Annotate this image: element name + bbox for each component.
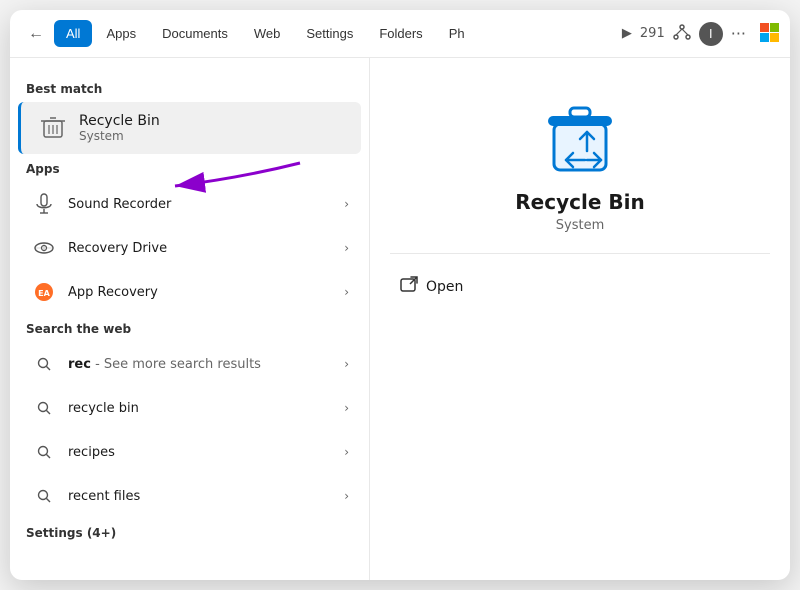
- tab-web[interactable]: Web: [242, 20, 293, 47]
- app-item-recovery-drive[interactable]: Recovery Drive ›: [14, 226, 365, 270]
- search-rec-title: rec - See more search results: [68, 357, 261, 372]
- search-icon-recent: [30, 482, 58, 510]
- sound-recorder-title: Sound Recorder: [68, 197, 171, 212]
- play-icon: ▶: [622, 26, 632, 41]
- sound-recorder-text: Sound Recorder: [68, 197, 171, 212]
- tab-all[interactable]: All: [54, 20, 92, 47]
- app-item-app-recovery[interactable]: EA App Recovery ›: [14, 270, 365, 314]
- search-recent-title: recent files: [68, 489, 140, 504]
- search-recipes-text: recipes: [68, 445, 115, 460]
- left-panel: Best match Recycl: [10, 58, 370, 554]
- user-icon: I: [699, 22, 723, 46]
- chevron-icon-rec: ›: [344, 357, 349, 371]
- open-icon: [400, 276, 418, 298]
- settings-label: Settings (4+): [10, 518, 369, 546]
- nav-bar: ← All Apps Documents Web Settings Folder…: [10, 10, 790, 58]
- best-match-title: Recycle Bin: [79, 113, 160, 129]
- recovery-drive-text: Recovery Drive: [68, 241, 167, 256]
- windows-logo-icon: [758, 21, 780, 47]
- tab-documents[interactable]: Documents: [150, 20, 240, 47]
- open-action[interactable]: Open: [390, 270, 473, 304]
- tab-apps[interactable]: Apps: [94, 20, 148, 47]
- search-icon-recipes: [30, 438, 58, 466]
- search-item-recent-files[interactable]: recent files ›: [14, 474, 365, 518]
- app-recovery-icon: EA: [30, 278, 58, 306]
- best-match-subtitle: System: [79, 129, 160, 143]
- search-panel: ← All Apps Documents Web Settings Folder…: [10, 10, 790, 580]
- left-panel-wrapper: Best match Recycl: [10, 58, 370, 580]
- network-icon: [673, 23, 691, 45]
- app-recovery-title: App Recovery: [68, 285, 158, 300]
- best-match-item[interactable]: Recycle Bin System: [18, 102, 361, 154]
- detail-title: Recycle Bin: [515, 190, 644, 214]
- search-item-recipes[interactable]: recipes ›: [14, 430, 365, 474]
- chevron-icon-sound: ›: [344, 197, 349, 211]
- svg-text:EA: EA: [38, 289, 50, 298]
- recovery-drive-title: Recovery Drive: [68, 241, 167, 256]
- chevron-icon-recycle: ›: [344, 401, 349, 415]
- tab-settings[interactable]: Settings: [294, 20, 365, 47]
- open-label: Open: [426, 279, 463, 295]
- search-web-label: Search the web: [10, 314, 369, 342]
- chevron-icon-recent: ›: [344, 489, 349, 503]
- search-recycle-title: recycle bin: [68, 401, 139, 416]
- sound-recorder-icon: [30, 190, 58, 218]
- detail-divider: [390, 253, 770, 254]
- apps-section-label: Apps: [10, 154, 369, 182]
- chevron-icon-recipes: ›: [344, 445, 349, 459]
- recycle-bin-icon: [37, 112, 69, 144]
- chevron-icon-recovery: ›: [344, 241, 349, 255]
- search-item-rec[interactable]: rec - See more search results ›: [14, 342, 365, 386]
- app-recovery-text: App Recovery: [68, 285, 158, 300]
- detail-recycle-icon: [540, 98, 620, 178]
- search-recent-text: recent files: [68, 489, 140, 504]
- recovery-drive-icon: [30, 234, 58, 262]
- result-count: 291: [640, 26, 665, 41]
- chevron-icon-apprecovery: ›: [344, 285, 349, 299]
- search-item-recycle-bin[interactable]: recycle bin ›: [14, 386, 365, 430]
- search-recycle-text: recycle bin: [68, 401, 139, 416]
- search-icon-rec: [30, 350, 58, 378]
- best-match-label: Best match: [10, 74, 369, 102]
- search-recipes-title: recipes: [68, 445, 115, 460]
- search-icon-recycle: [30, 394, 58, 422]
- search-rec-text: rec - See more search results: [68, 357, 261, 372]
- app-item-sound-recorder[interactable]: Sound Recorder ›: [14, 182, 365, 226]
- more-icon[interactable]: ···: [731, 24, 746, 43]
- best-match-text: Recycle Bin System: [79, 113, 160, 143]
- right-panel: Recycle Bin System Open: [370, 58, 790, 580]
- tab-ph[interactable]: Ph: [437, 20, 477, 47]
- nav-right: ▶ 291 I ···: [622, 21, 780, 47]
- back-button[interactable]: ←: [20, 18, 52, 50]
- main-content: Best match Recycl: [10, 58, 790, 580]
- tab-folders[interactable]: Folders: [367, 20, 434, 47]
- detail-subtitle: System: [556, 218, 604, 233]
